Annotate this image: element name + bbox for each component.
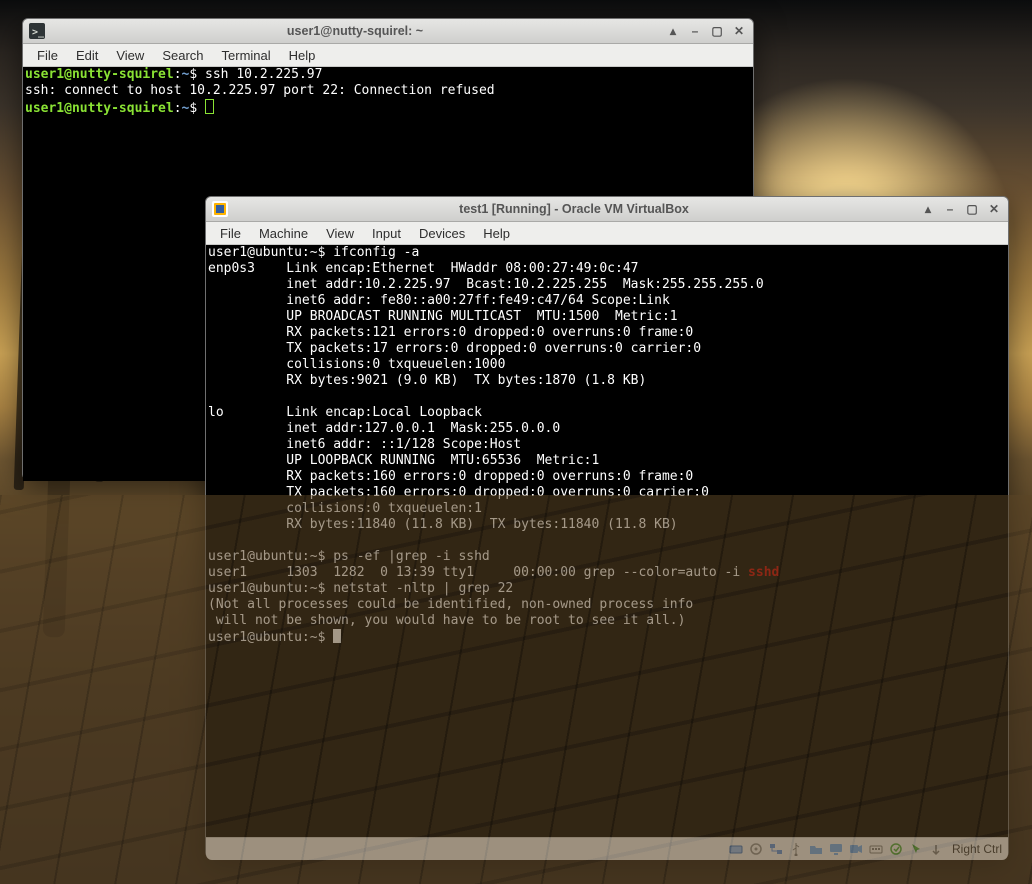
menu-view[interactable]: View [318, 225, 362, 242]
seamless-mode-icon[interactable] [888, 841, 904, 857]
statusbar: Right Ctrl [206, 837, 1008, 860]
menu-search[interactable]: Search [154, 47, 211, 64]
menu-file[interactable]: File [212, 225, 249, 242]
menu-help[interactable]: Help [281, 47, 324, 64]
menu-input[interactable]: Input [364, 225, 409, 242]
close-button[interactable]: ✕ [986, 201, 1002, 217]
window-title: user1@nutty-squirel: ~ [51, 24, 659, 38]
menu-terminal[interactable]: Terminal [214, 47, 279, 64]
desktop-background: >_ user1@nutty-squirel: ~ ▴ – ▢ ✕ File E… [0, 0, 1032, 884]
optical-drive-icon[interactable] [748, 841, 764, 857]
display-icon[interactable] [828, 841, 844, 857]
maximize-button[interactable]: ▢ [709, 23, 725, 39]
virtualbox-app-icon [212, 201, 228, 217]
minimize-button[interactable]: – [687, 23, 703, 39]
roll-up-button[interactable]: ▴ [665, 23, 681, 39]
window-title: test1 [Running] - Oracle VM VirtualBox [234, 202, 914, 216]
guest-terminal-output[interactable]: user1@ubuntu:~$ ifconfig -a enp0s3 Link … [206, 245, 1008, 837]
shared-folders-icon[interactable] [808, 841, 824, 857]
titlebar[interactable]: >_ user1@nutty-squirel: ~ ▴ – ▢ ✕ [23, 19, 753, 44]
hostkey-arrow-icon [928, 841, 944, 857]
menu-machine[interactable]: Machine [251, 225, 316, 242]
minimize-button[interactable]: – [942, 201, 958, 217]
mouse-integration-icon[interactable] [908, 841, 924, 857]
menu-file[interactable]: File [29, 47, 66, 64]
close-button[interactable]: ✕ [731, 23, 747, 39]
network-icon[interactable] [768, 841, 784, 857]
hard-disk-icon[interactable] [728, 841, 744, 857]
menubar[interactable]: File Machine View Input Devices Help [206, 222, 1008, 245]
roll-up-button[interactable]: ▴ [920, 201, 936, 217]
maximize-button[interactable]: ▢ [964, 201, 980, 217]
titlebar[interactable]: test1 [Running] - Oracle VM VirtualBox ▴… [206, 197, 1008, 222]
keyboard-settings-icon[interactable] [868, 841, 884, 857]
virtualbox-window[interactable]: test1 [Running] - Oracle VM VirtualBox ▴… [205, 196, 1009, 858]
menu-devices[interactable]: Devices [411, 225, 473, 242]
video-capture-icon[interactable] [848, 841, 864, 857]
usb-icon[interactable] [788, 841, 804, 857]
svg-text:>_: >_ [32, 27, 45, 38]
menu-edit[interactable]: Edit [68, 47, 106, 64]
terminal-app-icon: >_ [29, 23, 45, 39]
menubar[interactable]: File Edit View Search Terminal Help [23, 44, 753, 67]
menu-help[interactable]: Help [475, 225, 518, 242]
hostkey-label: Right Ctrl [952, 842, 1002, 856]
menu-view[interactable]: View [108, 47, 152, 64]
